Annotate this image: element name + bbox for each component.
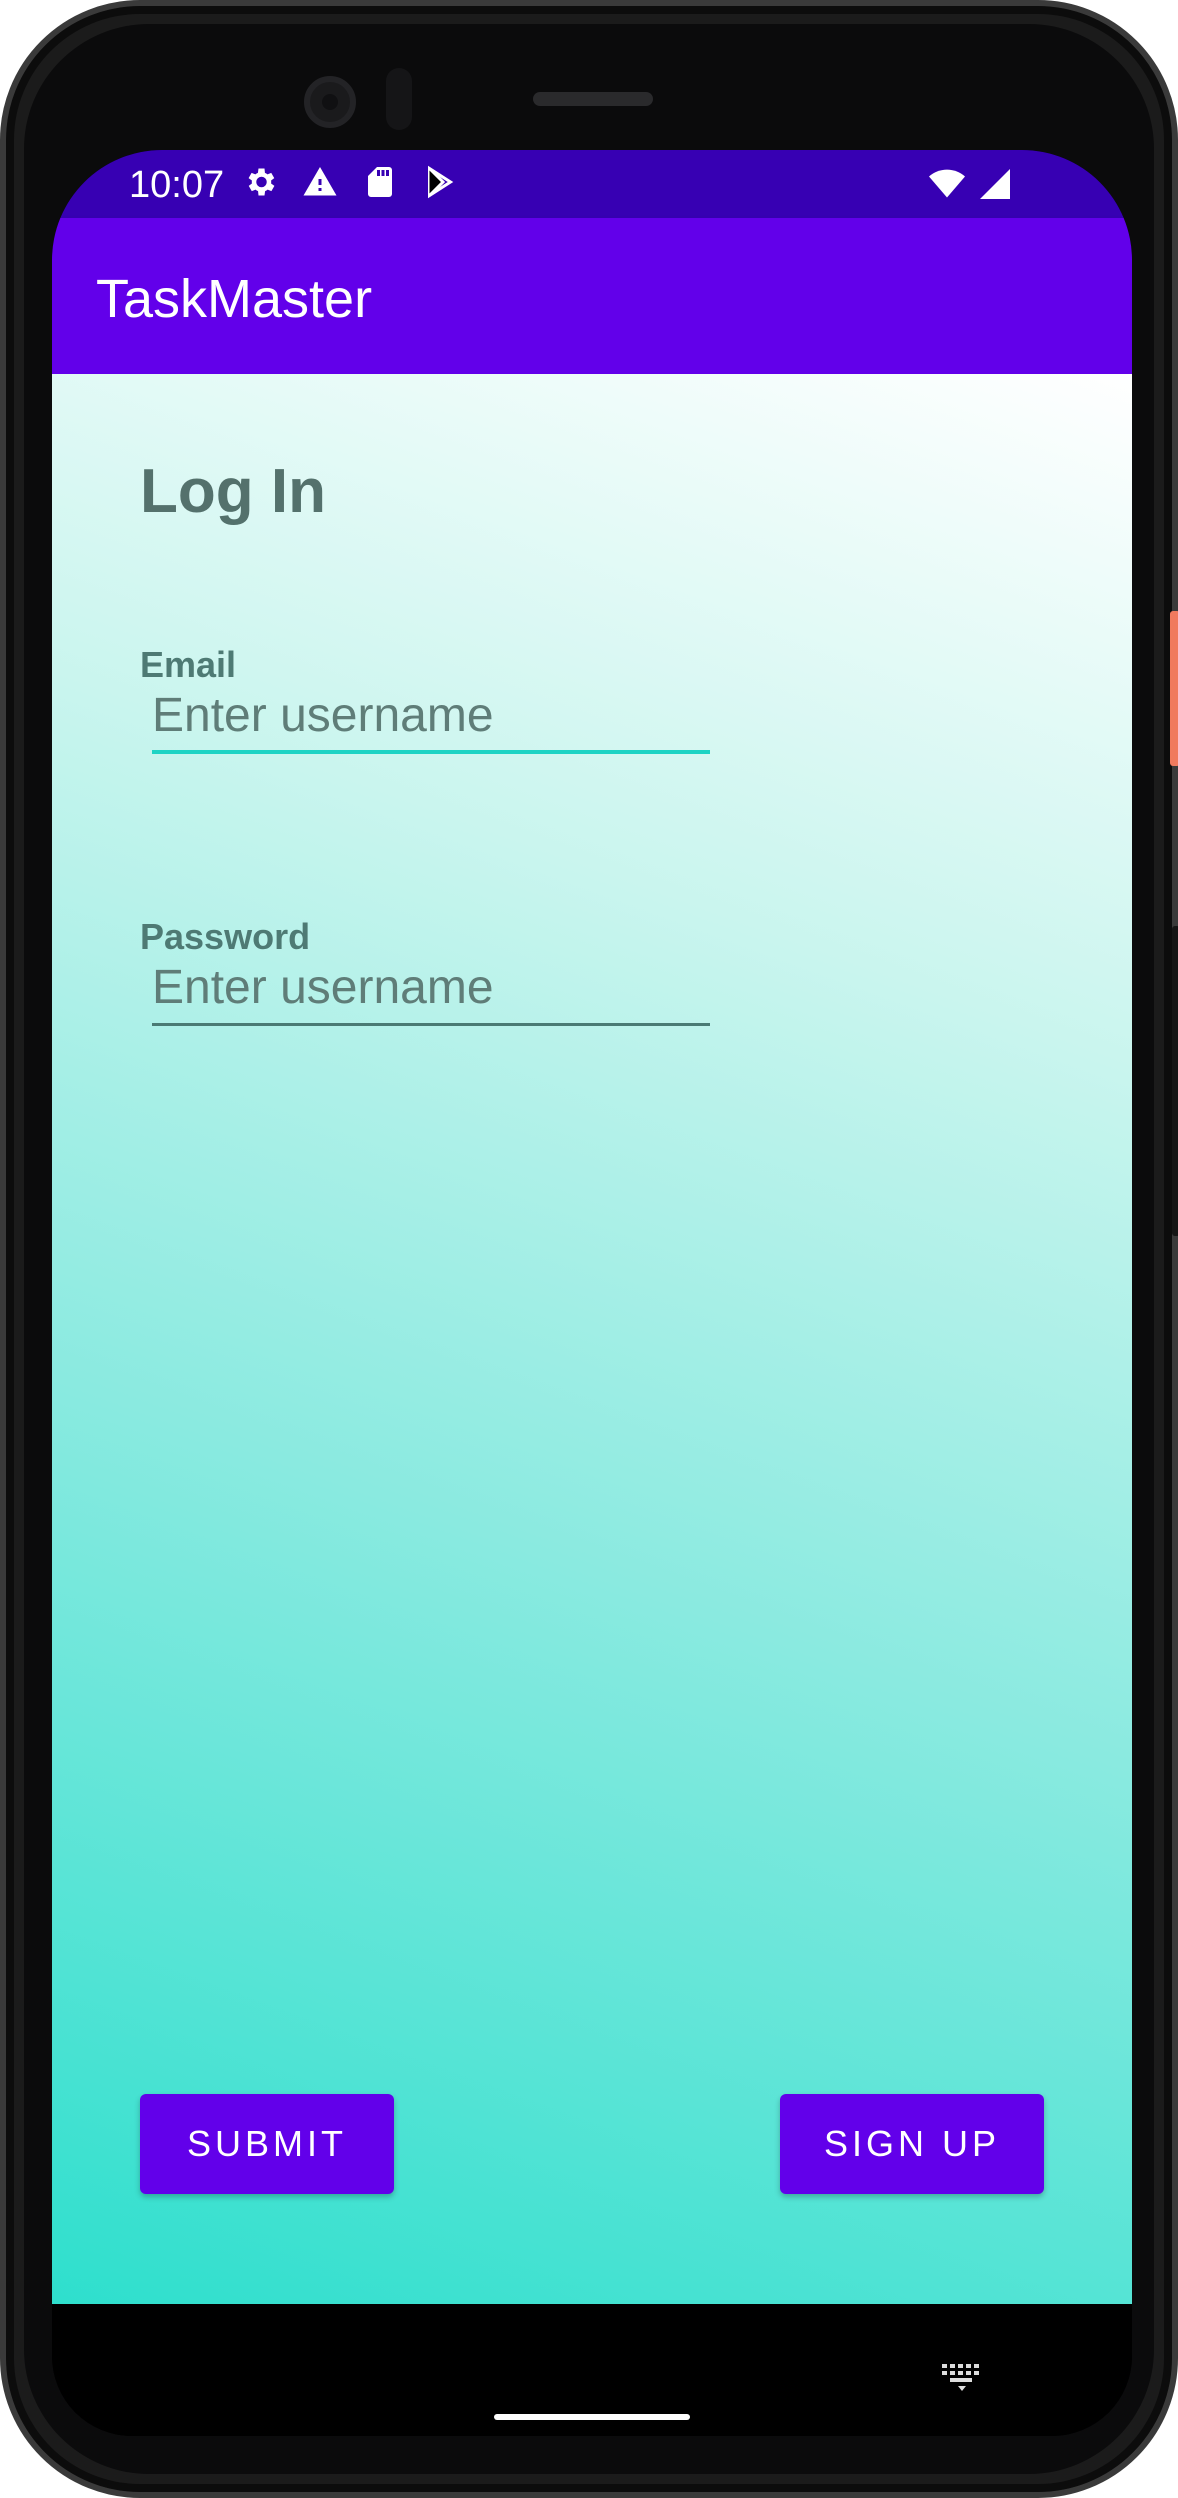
submit-button[interactable]: SUBMIT <box>140 2094 394 2194</box>
status-time: 10:07 <box>129 164 225 206</box>
phone-frame: 10:07 TaskMaster Log In Email Enter user… <box>0 0 1178 2498</box>
wifi-icon <box>928 166 966 207</box>
settings-icon <box>242 164 278 205</box>
front-camera <box>304 76 356 128</box>
password-field[interactable]: Enter username <box>152 954 710 1026</box>
proximity-sensor <box>386 68 412 130</box>
status-right-icons <box>928 166 1014 207</box>
login-form: Log In Email Enter username Password Ent… <box>52 374 1132 2304</box>
screen: 10:07 TaskMaster Log In Email Enter user… <box>52 150 1132 2436</box>
status-left-icons <box>242 164 458 205</box>
password-label: Password <box>140 916 311 957</box>
play-store-icon <box>422 164 458 205</box>
keyboard-icon[interactable] <box>940 2362 984 2392</box>
sign-up-button[interactable]: SIGN UP <box>780 2094 1044 2194</box>
warning-icon <box>302 164 338 205</box>
home-gesture-pill[interactable] <box>494 2414 690 2420</box>
navigation-bar <box>52 2304 1132 2436</box>
volume-button <box>1172 926 1178 1236</box>
status-bar: 10:07 <box>52 150 1132 218</box>
email-label: Email <box>140 644 237 685</box>
sd-card-icon <box>362 164 398 205</box>
email-field[interactable]: Enter username <box>152 682 710 754</box>
earpiece-speaker <box>533 92 653 106</box>
app-title: TaskMaster <box>96 269 373 329</box>
power-button <box>1170 611 1178 766</box>
signal-icon <box>976 166 1014 207</box>
page-title: Log In <box>140 457 326 526</box>
app-bar: TaskMaster <box>52 218 1132 374</box>
